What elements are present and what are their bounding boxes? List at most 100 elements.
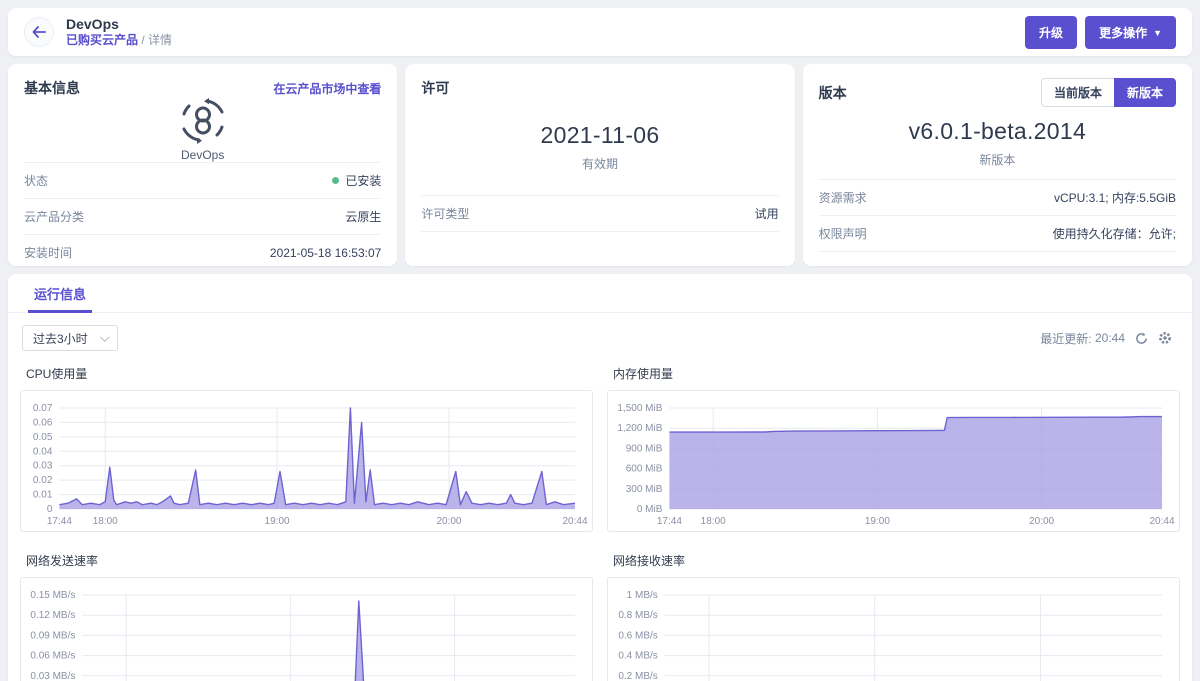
svg-text:0.6 MB/s: 0.6 MB/s — [618, 630, 657, 641]
title-block: DevOps 已购买云产品 / 详情 — [66, 16, 172, 49]
current-version-toggle[interactable]: 当前版本 — [1041, 78, 1114, 107]
svg-text:1 MB/s: 1 MB/s — [627, 590, 658, 601]
svg-text:0.01: 0.01 — [33, 490, 53, 501]
time-range-select[interactable]: 过去3小时 — [22, 325, 118, 351]
license-card: 许可 2021-11-06 有效期 许可类型 试用 — [405, 64, 794, 266]
svg-text:600 MiB: 600 MiB — [626, 464, 663, 475]
product-logo-block: DevOps — [24, 98, 381, 162]
svg-text:0: 0 — [47, 504, 53, 515]
category-row: 云产品分类 云原生 — [24, 199, 381, 235]
network-receive-title: 网络接收速率 — [613, 552, 1180, 569]
last-update-info: 最近更新: 20:44 — [1040, 330, 1172, 347]
version-card: 版本 当前版本 新版本 v6.0.1-beta.2014 新版本 资源需求 vC… — [803, 64, 1192, 266]
svg-text:0.03: 0.03 — [33, 461, 53, 472]
svg-text:1,500 MiB: 1,500 MiB — [617, 403, 662, 414]
memory-chart-title: 内存使用量 — [613, 365, 1180, 382]
license-expiry-label: 有效期 — [582, 155, 618, 172]
monitor-toolbar: 过去3小时 最近更新: 20:44 — [8, 313, 1192, 359]
svg-text:19:00: 19:00 — [265, 516, 290, 527]
svg-text:0.07: 0.07 — [33, 403, 53, 414]
license-type-row: 许可类型 试用 — [421, 195, 778, 232]
charts-grid: CPU使用量 0 0.01 0.02 0.03 0.04 0.05 0.06 0.07 17:4… — [8, 359, 1192, 681]
network-send-plot[interactable]: 0 MB/s0.03 MB/s0.06 MB/s0.09 MB/s0.12 MB… — [20, 577, 593, 681]
page-title: DevOps — [66, 16, 172, 34]
version-number-label: 新版本 — [979, 151, 1015, 168]
svg-text:18:00: 18:00 — [701, 516, 726, 527]
svg-text:20:00: 20:00 — [1029, 516, 1054, 527]
svg-text:20:44: 20:44 — [562, 516, 587, 527]
svg-text:0.2 MB/s: 0.2 MB/s — [618, 671, 657, 681]
svg-text:19:00: 19:00 — [865, 516, 890, 527]
network-send-chart: 网络发送速率 0 MB/s0.03 MB/s0.06 MB/s0.09 MB/s… — [20, 552, 593, 681]
svg-text:1,200 MiB: 1,200 MiB — [617, 423, 662, 434]
status-row: 状态 已安装 — [24, 162, 381, 199]
resource-requirement-row: 资源需求 vCPU:3.1; 内存:5.5GiB — [819, 179, 1176, 216]
more-actions-button[interactable]: 更多操作▼ — [1085, 16, 1176, 49]
status-badge: 已安装 — [345, 172, 381, 189]
breadcrumb-link[interactable]: 已购买云产品 — [66, 33, 138, 47]
cpu-chart-plot[interactable]: 0 0.01 0.02 0.03 0.04 0.05 0.06 0.07 17:44 18:00 1… — [20, 390, 593, 532]
gear-icon — [1158, 331, 1172, 345]
refresh-icon — [1135, 332, 1148, 345]
version-rows: 资源需求 vCPU:3.1; 内存:5.5GiB 权限声明 使用持久化存储：允许… — [819, 179, 1176, 252]
version-title: 版本 — [819, 83, 847, 103]
network-send-title: 网络发送速率 — [26, 552, 593, 569]
product-logo-label: DevOps — [181, 148, 224, 162]
permission-statement-row: 权限声明 使用持久化存储：允许; — [819, 216, 1176, 252]
svg-text:20:00: 20:00 — [436, 516, 461, 527]
svg-text:0.15 MB/s: 0.15 MB/s — [30, 590, 75, 601]
last-update-time: 20:44 — [1095, 331, 1125, 345]
cpu-usage-chart: CPU使用量 0 0.01 0.02 0.03 0.04 0.05 0.06 0.07 17:4… — [20, 365, 593, 532]
version-number: v6.0.1-beta.2014 — [909, 118, 1086, 145]
svg-text:300 MiB: 300 MiB — [626, 484, 663, 495]
license-expiry-date: 2021-11-06 — [541, 122, 660, 149]
svg-text:0.06 MB/s: 0.06 MB/s — [30, 651, 75, 662]
svg-text:0.12 MB/s: 0.12 MB/s — [30, 610, 75, 621]
new-version-toggle[interactable]: 新版本 — [1114, 78, 1176, 107]
svg-text:0.06: 0.06 — [33, 417, 53, 428]
topbar: DevOps 已购买云产品 / 详情 升级 更多操作▼ — [8, 8, 1192, 56]
svg-text:0 MiB: 0 MiB — [637, 504, 663, 515]
install-time-row: 安装时间 2021-05-18 16:53:07 — [24, 235, 381, 271]
memory-usage-chart: 内存使用量 0 MiB 300 MiB 600 MiB 900 MiB 1,200 Mi… — [607, 365, 1180, 532]
basic-info-title: 基本信息 — [24, 78, 80, 98]
tab-running-info[interactable]: 运行信息 — [28, 274, 92, 313]
svg-text:0.02: 0.02 — [33, 475, 53, 486]
svg-text:0.8 MB/s: 0.8 MB/s — [618, 610, 657, 621]
svg-text:20:44: 20:44 — [1149, 516, 1174, 527]
monitor-card: 运行信息 过去3小时 最近更新: 20:44 — [8, 274, 1192, 681]
memory-chart-plot[interactable]: 0 MiB 300 MiB 600 MiB 900 MiB 1,200 MiB 1,500… — [607, 390, 1180, 532]
devops-logo-icon — [176, 98, 230, 144]
svg-text:18:00: 18:00 — [93, 516, 118, 527]
caret-down-icon: ▼ — [1153, 28, 1162, 38]
back-button[interactable] — [24, 17, 54, 47]
network-receive-chart: 网络接收速率 0 MB/s0.2 MB/s0.4 MB/s0.6 MB/s0.8… — [607, 552, 1180, 681]
upgrade-button[interactable]: 升级 — [1025, 16, 1077, 49]
cpu-chart-title: CPU使用量 — [26, 365, 593, 382]
breadcrumb-current: / 详情 — [141, 33, 172, 47]
marketplace-link[interactable]: 在云产品市场中查看 — [273, 80, 381, 97]
chart-settings-button[interactable] — [1158, 331, 1172, 345]
chevron-down-icon — [100, 332, 110, 342]
license-rows: 许可类型 试用 — [421, 195, 778, 232]
svg-text:17:44: 17:44 — [47, 516, 72, 527]
svg-text:0.04: 0.04 — [33, 446, 53, 457]
status-green-dot — [332, 177, 339, 184]
page: DevOps 已购买云产品 / 详情 升级 更多操作▼ 基本信息 在云产品市场中… — [0, 0, 1200, 681]
refresh-button[interactable] — [1135, 332, 1148, 345]
svg-text:0.4 MB/s: 0.4 MB/s — [618, 651, 657, 662]
version-toggle: 当前版本 新版本 — [1041, 78, 1176, 107]
tabs-bar: 运行信息 — [8, 274, 1192, 313]
network-receive-plot[interactable]: 0 MB/s0.2 MB/s0.4 MB/s0.6 MB/s0.8 MB/s1 … — [607, 577, 1180, 681]
svg-text:0.05: 0.05 — [33, 432, 53, 443]
basic-info-rows: 状态 已安装 云产品分类 云原生 安装时间 2021-05-18 16:53:0… — [24, 162, 381, 271]
svg-text:0.03 MB/s: 0.03 MB/s — [30, 671, 75, 681]
basic-info-card: 基本信息 在云产品市场中查看 — [8, 64, 397, 266]
last-update-label: 最近更新: — [1040, 330, 1091, 347]
svg-text:900 MiB: 900 MiB — [626, 443, 663, 454]
arrow-left-icon — [32, 26, 46, 38]
svg-text:17:44: 17:44 — [657, 516, 682, 527]
info-cards-row: 基本信息 在云产品市场中查看 — [8, 64, 1192, 266]
breadcrumb: 已购买云产品 / 详情 — [66, 33, 172, 48]
svg-text:0.09 MB/s: 0.09 MB/s — [30, 630, 75, 641]
